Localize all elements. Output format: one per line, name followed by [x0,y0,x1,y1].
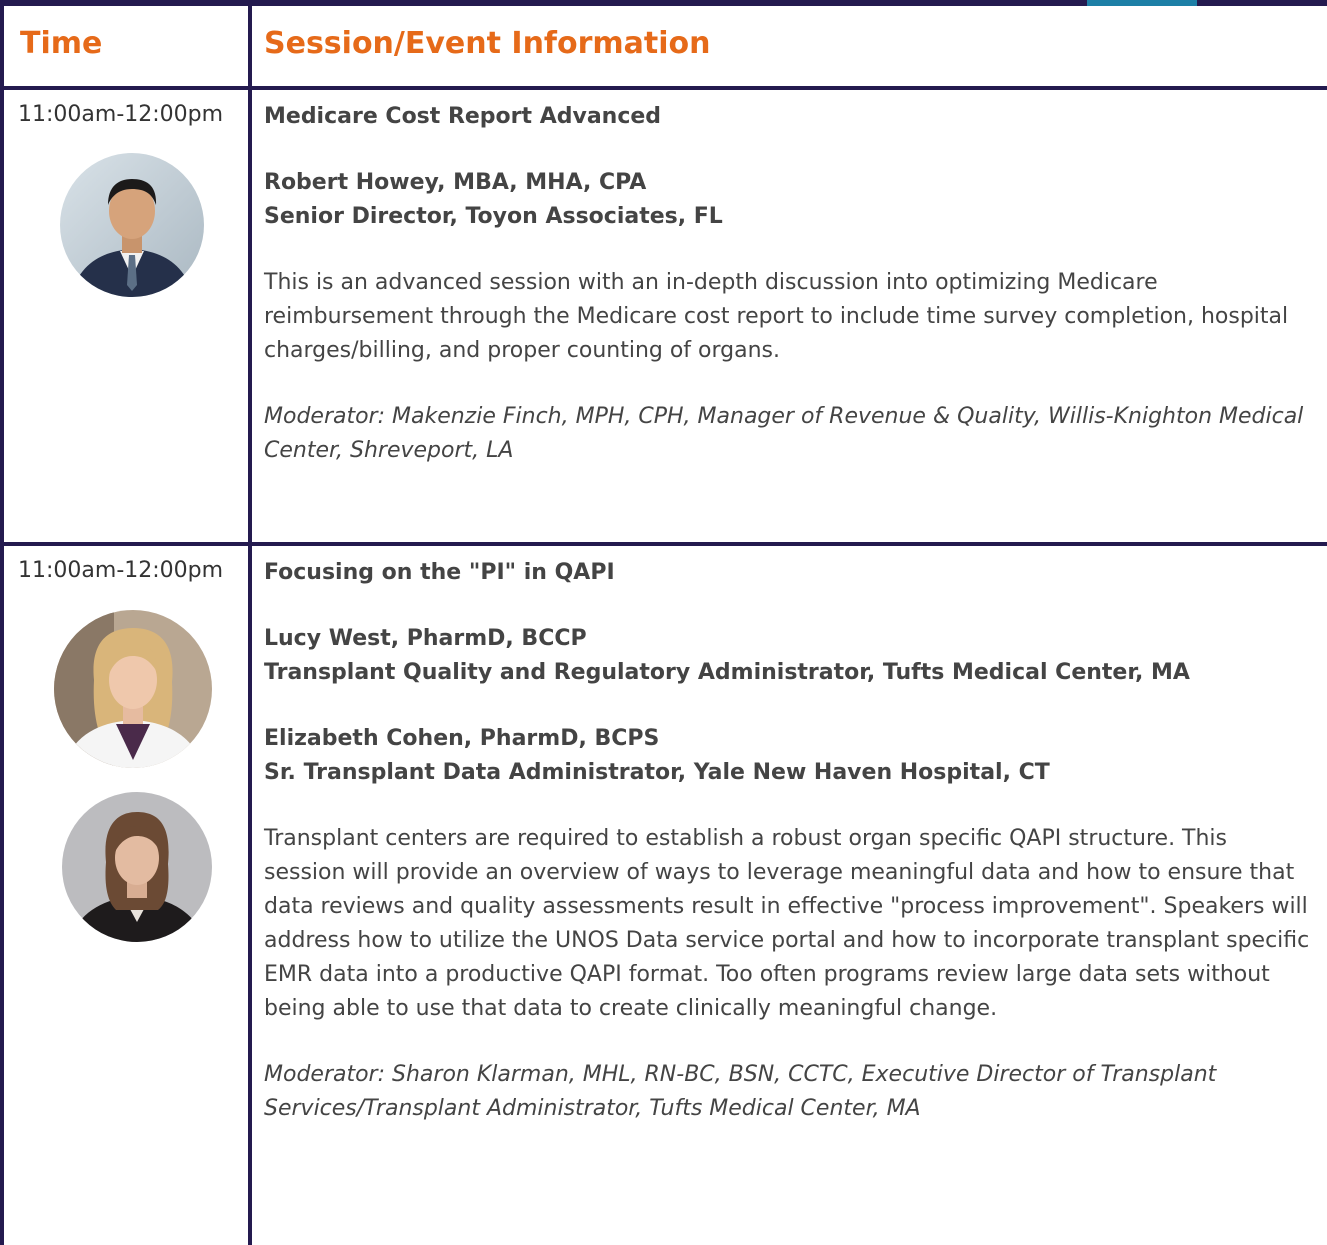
session-moderator: Moderator: Sharon Klarman, MHL, RN-BC, B… [264,1062,1217,1121]
speaker-name: Lucy West, PharmD, BCCP [264,626,587,651]
session-title: Medicare Cost Report Advanced [264,104,662,129]
session-info: Focusing on the "PI" in QAPI Lucy West, … [264,556,1314,1158]
session-time: 11:00am-12:00pm [18,558,224,583]
table-column-divider [248,0,252,1245]
table-header: Time Session/Event Information [0,6,1327,90]
session-description: This is an advanced session with an in-d… [264,270,1289,363]
speaker-block: Robert Howey, MBA, MHA, CPA Senior Direc… [264,166,1314,234]
table-row: 11:00am-12:00pm Medicare Cost Report Adv… [0,90,1327,546]
session-info: Medicare Cost Report Advanced Robert How… [264,100,1314,500]
session-title: Focusing on the "PI" in QAPI [264,560,615,585]
table-left-border [0,0,4,1245]
header-time: Time [20,26,103,61]
speaker-name: Robert Howey, MBA, MHA, CPA [264,170,647,195]
session-moderator: Moderator: Makenzie Finch, MPH, CPH, Man… [264,404,1304,463]
speaker-block: Elizabeth Cohen, PharmD, BCPS Sr. Transp… [264,722,1314,790]
speaker-role: Sr. Transplant Data Administrator, Yale … [264,760,1050,785]
speaker-role: Senior Director, Toyon Associates, FL [264,204,723,229]
speaker-name: Elizabeth Cohen, PharmD, BCPS [264,726,660,751]
header-session: Session/Event Information [264,26,711,61]
speaker-block: Lucy West, PharmD, BCCP Transplant Quali… [264,622,1314,690]
speaker-avatar [54,610,212,768]
speaker-role: Transplant Quality and Regulatory Admini… [264,660,1190,685]
table-row: 11:00am-12:00pm Focusing on the "PI" in … [0,546,1327,1245]
speaker-avatar [62,792,212,942]
session-time: 11:00am-12:00pm [18,102,224,127]
agenda-page: Time Session/Event Information 11:00am-1… [0,0,1327,1245]
speaker-avatar [60,153,204,297]
session-description: Transplant centers are required to estab… [264,826,1310,1021]
